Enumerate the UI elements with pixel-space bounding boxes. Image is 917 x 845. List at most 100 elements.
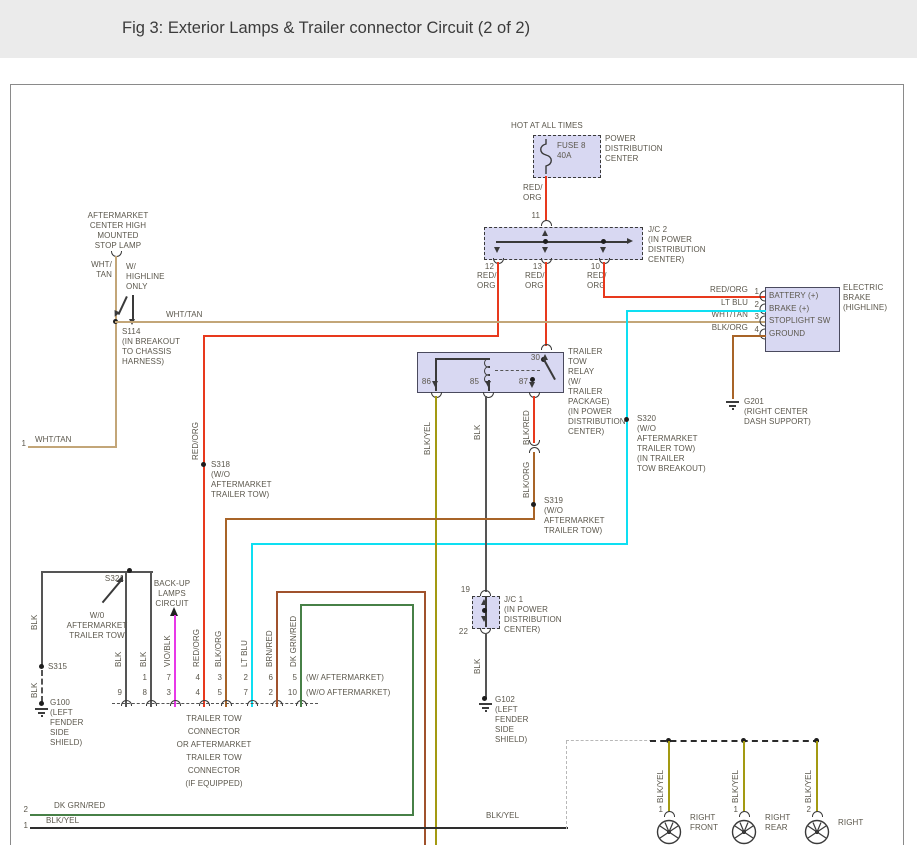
aftermarket-stop-lamp-label: AFTERMARKET CENTER HIGH MOUNTED STOP LAMP [87,211,149,250]
wire-lt-blu [251,543,628,545]
wire-blk-yel [668,741,670,812]
with-aftermarket-label: (W/ AFTERMARKET) [306,673,385,682]
wire-dashed-rail [650,740,819,742]
s318-label: S318 (W/O AFTERMARKET TRAILER TOW) [211,460,272,499]
connector-dashed-line [112,703,318,704]
wire-blk-dashed [41,670,43,702]
jc2-bus [496,241,628,243]
wire-label-blk: BLK [30,682,39,698]
lamp-icon [656,819,682,845]
jc2-box [484,227,643,260]
arrow-up-icon [481,599,487,605]
trailer-tow-relay-label: TRAILER TOW RELAY (W/TRAILER PACKAGE) (IN POW… [568,347,626,436]
wire-brn-red [276,591,426,593]
wire-label-blk-org: BLK/ORG [214,630,223,667]
power-distribution-center-label: POWER DISTRIBUTION CENTER [605,134,663,163]
wire-label-lt-blu: LT BLU [240,640,249,667]
s315-label: S315 [48,662,68,671]
junction-dot [482,608,487,613]
pin-19: 19 [460,585,470,594]
arrow-up-icon [542,230,548,236]
g100-label: G100 (LEFT FENDER SIDE SHIELD) [50,698,84,747]
wo-aftermarket-note: W/0 AFTERMARKET TRAILER TOW [66,611,128,640]
wire-vio-blk [174,615,176,707]
pin-number: 7 [166,673,171,682]
s319-label: S319 (W/O AFTERMARKET TRAILER TOW) [544,496,605,535]
wire-label-wht-tan: WHT/TAN [166,310,203,319]
pin-arc [541,344,552,350]
splice-dot-s321 [127,568,132,573]
wire-label-blk-org: BLK/ORG [522,461,531,498]
relay-link-dashed [495,370,540,371]
wire-blk [485,396,487,592]
pin-number: 6 [268,673,273,682]
wire-wht-tan [115,256,117,448]
pin-arc [121,700,132,706]
arrow-down-icon [529,382,535,388]
figure-title: Fig 3: Exterior Lamps & Trailer connecto… [122,19,531,37]
wire-red-org [203,335,205,707]
pin-87: 87 [518,377,528,386]
arrow-down-icon [542,247,548,253]
pin-number: 9 [117,688,122,697]
arrow-up-right-icon [116,575,123,582]
wire-blk [41,571,43,667]
s320-label: S320 (W/O AFTERMARKET TRAILER TOW) (IN TRAIL… [637,414,706,473]
breakout-dashed-line [566,740,652,741]
brake-row-ground: GROUND [769,329,806,338]
wire-dk-grn-red [30,814,414,816]
wire-dk-grn-red [300,604,414,606]
pin-1: 1 [21,439,26,448]
wire-brn-red [424,591,426,845]
pin-1: 1 [23,821,28,830]
trailer-tow-connector-label: TRAILER TOW CONNECTOR OR AFTERMARKET TRAILE… [176,714,252,788]
electric-brake-label: ELECTRIC BRAKE (HIGHLINE) [843,283,888,312]
pin-number: 7 [243,688,248,697]
pin-85: 85 [469,377,479,386]
lamp-right-label: RIGHT [838,818,864,827]
pin-number: 2 [243,673,248,682]
ground-terminal-dot [39,701,44,706]
wire-blk [41,571,153,573]
wire-label-blk: BLK [114,651,123,667]
pin-number: 5 [292,673,297,682]
wire-label-red-org: RED/ORG [477,271,497,290]
splice-dot-s318 [201,462,206,467]
wire-lt-blu [251,543,253,707]
wire-label-blk-yel: BLK/YEL [46,816,80,825]
lamp-icon [731,819,757,845]
wire-label-blk-yel: BLK/YEL [656,769,665,803]
pin-arc [759,303,766,315]
wire-label-red-org: RED/ORG [523,183,543,202]
wire-blk-org [225,518,227,707]
wire-blk-org [732,335,766,337]
wire-dk-grn-red [300,604,302,707]
wire-label-dk-grn-red: DK GRN/RED [54,801,106,810]
pin-number: 3 [217,673,222,682]
title-bar: Fig 3: Exterior Lamps & Trailer connecto… [0,0,917,58]
fuse-symbol-icon [540,139,552,174]
pin-arc [170,700,181,706]
wire-label-blk-org: BLK/ORG [711,323,748,332]
ground-icon [35,708,48,718]
wire-label-lt-blu: LT BLU [721,298,748,307]
wire-blk-red [533,396,535,443]
wire-label-wht-tan: WHT/TAN [35,435,72,444]
arrow-up-icon [542,354,548,360]
pin-number: 8 [142,688,147,697]
pin-arc [759,290,766,302]
wire-red-org [545,262,547,346]
wire-label-red-org: RED/ORG [191,421,200,460]
wire-wht-tan [115,321,766,323]
wire-dk-grn-red [412,604,414,816]
wire-blk [485,633,487,699]
wire-label-blk-yel: BLK/YEL [731,769,740,803]
pin-number: 4 [195,673,200,682]
pin-number: 10 [287,688,297,697]
without-aftermarket-label: (W/O AFTERMARKET) [306,688,391,697]
jc1-label: J/C 1 (IN POWER DISTRIBUTION CENTER) [504,595,562,634]
wire-label-blk-yel: BLK/YEL [804,769,813,803]
arrow-down-icon [600,247,606,253]
pin-arc [541,220,552,226]
wire-blk-org [533,452,535,520]
